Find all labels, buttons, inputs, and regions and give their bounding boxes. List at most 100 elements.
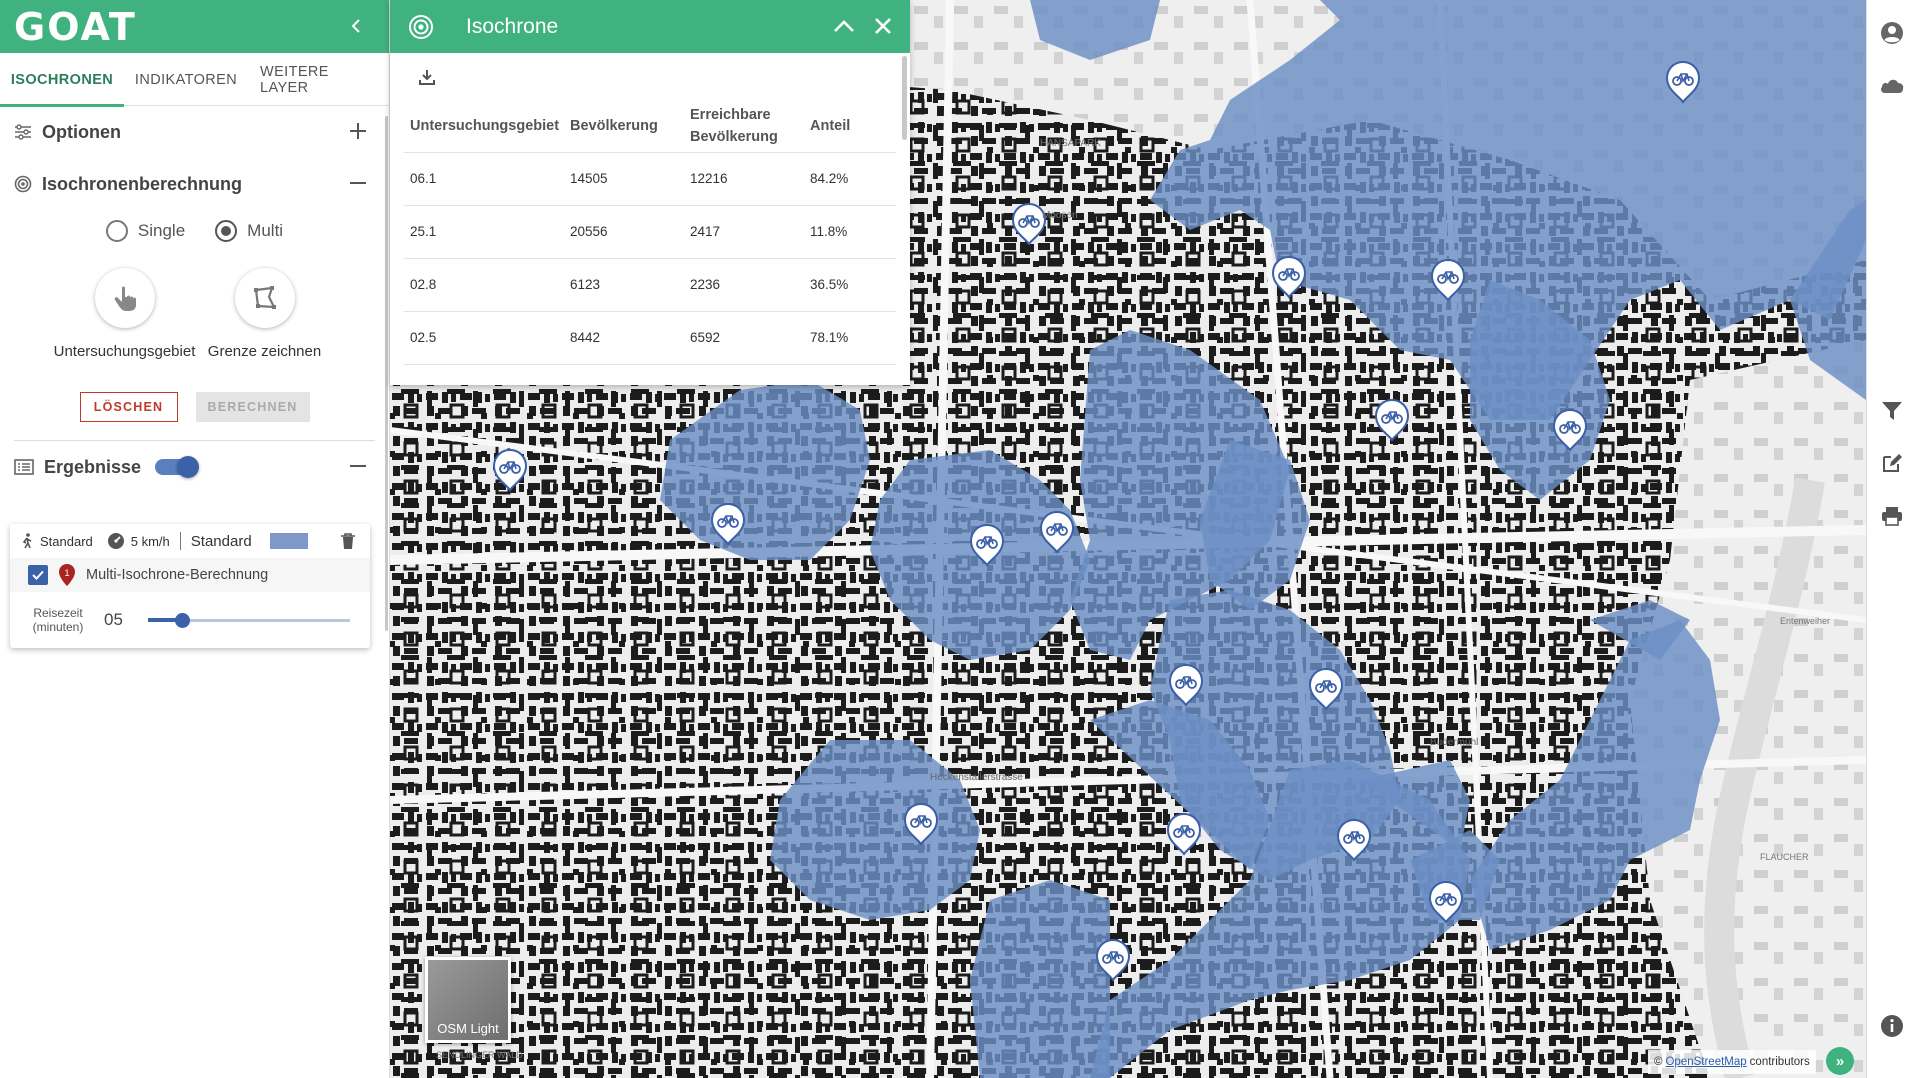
printer-icon	[1882, 507, 1902, 526]
table-row[interactable]: 06.1 14505 12216 84.2%	[404, 152, 896, 206]
results-visibility-toggle[interactable]	[155, 456, 200, 478]
table-row[interactable]: 25.1 20556 2417 11.8%	[404, 205, 896, 259]
table-header-row: Untersuchungsgebiet Bevölkerung Erreichb…	[404, 100, 896, 153]
filter-icon	[1882, 402, 1902, 420]
cloud-button[interactable]	[1879, 72, 1905, 98]
study-area-button[interactable]	[94, 268, 155, 328]
travel-time-value: 05	[104, 610, 123, 629]
polygon-draw-icon	[253, 286, 276, 309]
study-area-tool[interactable]: Untersuchungsgebiet	[54, 268, 195, 364]
list-icon	[14, 459, 34, 475]
collapse-panel-button[interactable]	[830, 12, 858, 40]
openstreetmap-link[interactable]: OpenStreetMap	[1665, 1056, 1746, 1068]
svg-text:HANSAPARK: HANSAPARK	[1040, 138, 1101, 149]
cloud-icon	[1881, 79, 1904, 93]
slider-thumb[interactable]	[175, 613, 191, 628]
right-toolbar	[1866, 0, 1915, 1078]
speedometer-icon	[107, 533, 124, 549]
draw-boundary-tool[interactable]: Grenze zeichnen	[200, 268, 330, 364]
table-cell: 84.2%	[804, 152, 896, 206]
sliders-icon	[15, 124, 31, 140]
user-account-icon	[1881, 22, 1903, 44]
radio-single-circle[interactable]	[105, 220, 128, 242]
tab-isochronen[interactable]: ISOCHRONEN	[0, 53, 124, 107]
travel-time-row: Reisezeit (minuten) 05	[10, 592, 370, 648]
svg-text:SENDLINGER WALD: SENDLINGER WALD	[436, 1050, 523, 1060]
download-button[interactable]	[418, 68, 436, 91]
tab-weitere-layer[interactable]: WEITERE LAYER	[248, 53, 388, 106]
marker-number: 1	[64, 568, 69, 578]
table-row[interactable]: 02.8 6123 2236 36.5%	[404, 258, 896, 312]
info-button[interactable]	[1879, 1013, 1905, 1039]
table-row[interactable]: 02.5 8442 6592 78.1%	[404, 311, 896, 365]
chevron-left-icon	[351, 19, 360, 33]
table-cell: 02.8	[404, 258, 564, 312]
map-attribution: © OpenStreetMap contributors	[1648, 1050, 1816, 1074]
calculation-checkbox[interactable]	[28, 565, 48, 585]
attribution-prefix: ©	[1654, 1056, 1663, 1068]
double-chevron-right-icon: »	[1835, 1052, 1845, 1070]
table-cell: 36.5%	[804, 258, 896, 312]
attribution-expand-button[interactable]: »	[1826, 1047, 1854, 1075]
calculate-button[interactable]: BERECHNEN	[195, 392, 310, 422]
result-card: Standard 5 km/h Standard 1 Multi-Isochro…	[10, 524, 370, 648]
chevron-up-icon	[834, 20, 854, 32]
edit-icon	[1883, 454, 1902, 472]
color-swatch[interactable]	[269, 533, 308, 549]
svg-text:Budermühl: Budermühl	[1430, 737, 1478, 748]
table-cell: 12216	[684, 152, 804, 206]
edit-button[interactable]	[1879, 450, 1905, 476]
table-cell: 78.1%	[804, 311, 896, 365]
separator	[179, 532, 181, 550]
table-cell: 11.8%	[804, 205, 896, 259]
basemap-switcher[interactable]: OSM Light	[425, 957, 511, 1043]
calc-section-header[interactable]: Isochronenberechnung	[0, 158, 389, 210]
info-icon	[1881, 1015, 1903, 1037]
radio-single-label: Single	[137, 221, 186, 240]
download-icon	[419, 70, 435, 85]
isochrone-panel-title: Isochrone	[466, 14, 559, 38]
calc-label: Isochronenberechnung	[42, 173, 243, 194]
column-header[interactable]: Anteil	[804, 100, 896, 153]
trash-icon[interactable]	[340, 532, 356, 550]
print-button[interactable]	[1879, 503, 1905, 529]
column-header[interactable]: Untersuchungsgebiet	[404, 100, 564, 153]
minus-icon[interactable]	[347, 172, 369, 194]
svg-text:Heckenstallerstrasse: Heckenstallerstrasse	[930, 772, 1023, 783]
isochrone-panel: Isochrone Untersuchungsgebiet Bevölkerun…	[390, 0, 910, 385]
column-header[interactable]: Bevölkerung	[564, 100, 684, 153]
options-label: Optionen	[42, 121, 121, 142]
table-cell: 6123	[564, 258, 684, 312]
close-panel-button[interactable]	[869, 12, 897, 40]
travel-time-label: Reisezeit (minuten)	[28, 606, 88, 634]
tab-indikatoren[interactable]: INDIKATOREN	[124, 53, 248, 106]
radio-single[interactable]: Single	[105, 220, 186, 242]
toggle-knob[interactable]	[177, 456, 200, 478]
minus-icon[interactable]	[347, 455, 369, 477]
results-section-header[interactable]: Ergebnisse	[0, 441, 389, 493]
plus-icon[interactable]	[347, 120, 369, 142]
walking-icon	[22, 533, 32, 549]
collapse-sidebar-button[interactable]	[343, 12, 371, 40]
filter-button[interactable]	[1879, 398, 1905, 424]
options-section-header[interactable]: Optionen	[0, 106, 389, 158]
isochrone-panel-scrollbar[interactable]	[902, 56, 907, 140]
table-cell: 2236	[684, 258, 804, 312]
close-icon	[875, 18, 891, 34]
app-root: HANSAPARK Moosen Budermühl Heckenstaller…	[0, 0, 1915, 1078]
travel-time-label-line1: Reisezeit	[33, 606, 83, 620]
table-cell: 25.1	[404, 205, 564, 259]
table-cell: 8442	[564, 311, 684, 365]
column-header[interactable]: Erreichbare Bevölkerung	[684, 100, 804, 153]
travel-time-slider[interactable]	[148, 610, 350, 630]
study-area-label: Untersuchungsgebiet	[53, 343, 196, 360]
svg-text:FLAUCHER: FLAUCHER	[1760, 852, 1809, 862]
user-button[interactable]	[1879, 20, 1905, 46]
radio-multi[interactable]: Multi	[215, 220, 283, 242]
draw-boundary-button[interactable]	[234, 268, 295, 328]
delete-button[interactable]: LÖSCHEN	[79, 392, 178, 422]
sidebar-scrollbar[interactable]	[385, 116, 388, 631]
sidebar-tabs: ISOCHRONEN INDIKATOREN WEITERE LAYER	[0, 53, 389, 107]
radio-multi-circle[interactable]	[215, 220, 238, 242]
target-icon	[409, 14, 433, 39]
